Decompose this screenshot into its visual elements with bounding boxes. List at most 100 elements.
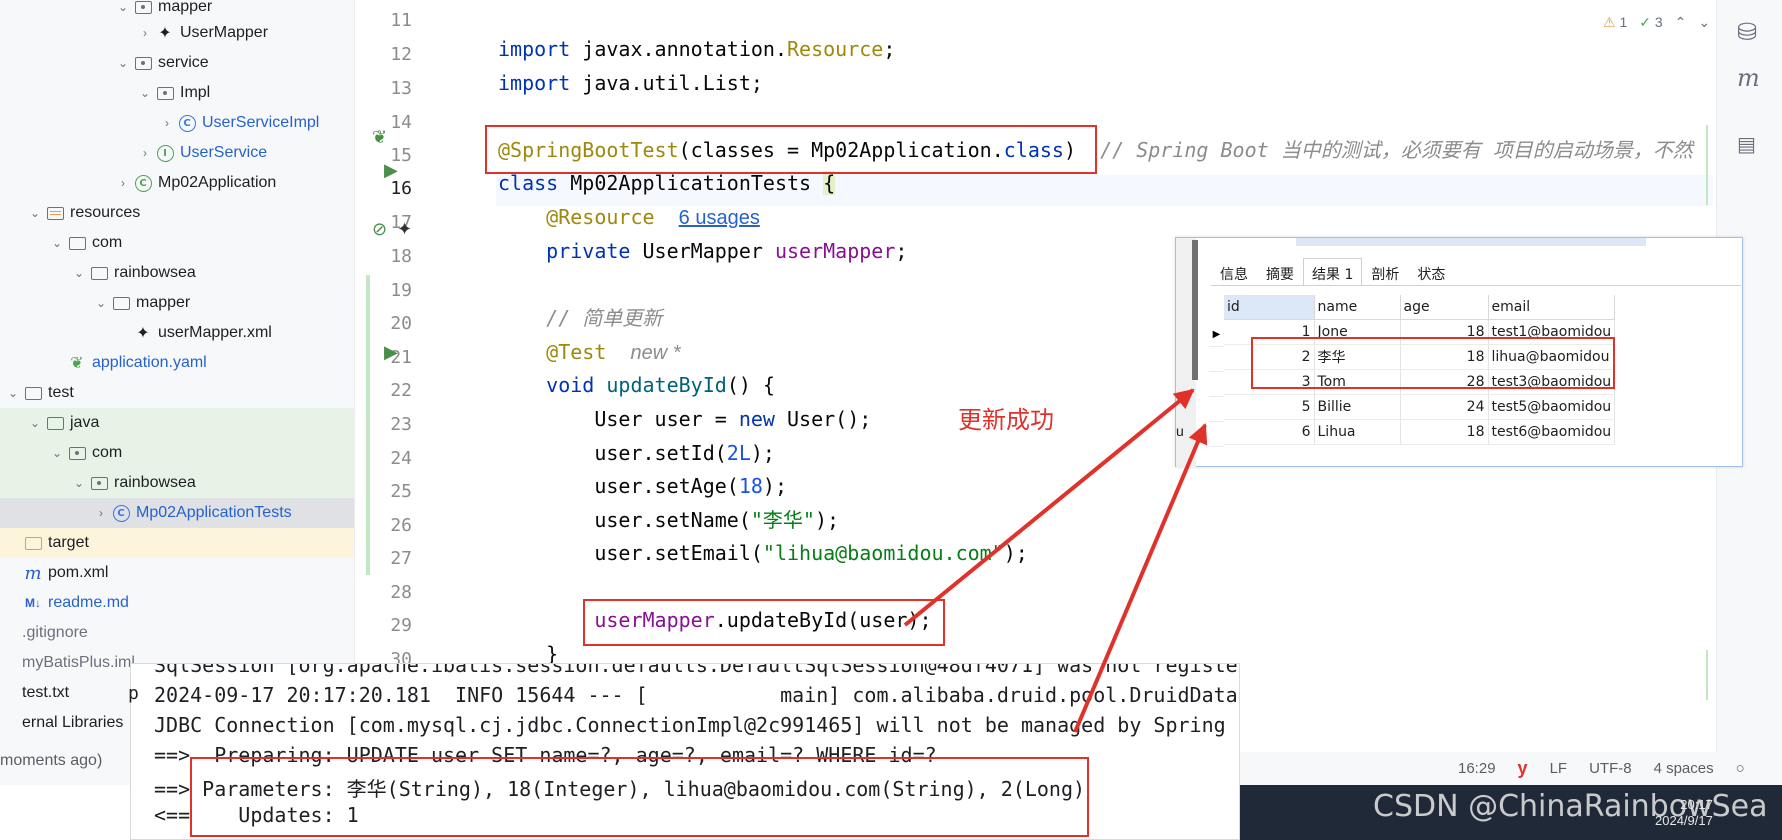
clock-date: 2024/9/17 [1655,813,1713,828]
chevron-down-icon[interactable]: ⌄ [114,0,132,14]
code-line-27: user.setEmail("lihua@baomidou.com"); [594,541,1028,565]
table-cell[interactable]: Billie [1314,394,1401,420]
mybatis-bird-icon[interactable]: ✦ [397,219,412,240]
tree-item[interactable]: ⌄ resources [0,198,354,228]
table-cell[interactable]: 6 [1224,419,1315,445]
yaml-plugin-icon[interactable]: y [1518,758,1528,779]
row-pointer[interactable] [1209,422,1224,447]
chevron-down-icon[interactable]: ⌄ [26,206,44,220]
tree-item[interactable]: › ✦ UserMapper [0,18,354,48]
run-test-class-icon[interactable]: ▶ [384,160,398,181]
tree-item[interactable]: m pom.xml [0,558,354,588]
tree-item[interactable]: ⌄ rainbowsea [0,468,354,498]
tree-item-label: userMapper.xml [158,324,272,341]
chevron-right-icon[interactable]: › [136,26,154,40]
db-tab[interactable]: 摘要 [1257,258,1303,286]
tree-item[interactable]: ⌄ Impl [0,78,354,108]
console-line: SqlSession [org.apache.ibatis.session.de… [154,663,1240,677]
maven-icon[interactable]: m [1737,64,1760,92]
status-bar: 16:29 y LF UTF-8 4 spaces ○ [1240,752,1782,785]
notifications-icon[interactable]: ▤ [1737,132,1756,156]
row-pointer[interactable] [1209,347,1224,372]
chevron-up-icon[interactable]: ⌃ [1675,14,1687,31]
table-cell[interactable]: test5@baomidou [1488,394,1616,420]
tree-item[interactable]: › I UserService [0,138,354,168]
table-cell[interactable]: 18 [1400,419,1489,445]
system-clock[interactable]: 20:17 2024/9/17 [1655,797,1713,829]
chevron-down-icon[interactable]: ⌄ [48,236,66,250]
chevron-right-icon[interactable]: › [114,176,132,190]
chevron-down-icon[interactable]: ⌄ [4,386,22,400]
tree-item[interactable]: .gitignore [0,618,354,648]
tree-item[interactable]: ⌄ test [0,378,354,408]
table-row[interactable]: 5 Billie 24 test5@baomidou [1224,394,1616,420]
db-scrollbar[interactable] [1192,240,1198,380]
folder-package-icon [132,54,154,72]
column-header[interactable]: name [1314,295,1401,320]
tree-item[interactable]: M↓ readme.md [0,588,354,618]
table-row[interactable]: 6 Lihua 18 test6@baomidou [1224,419,1616,445]
tree-item-label: mapper [158,0,213,15]
row-pointer[interactable] [1209,372,1224,397]
tree-item-label: resources [70,204,141,221]
line-separator[interactable]: LF [1550,760,1568,777]
run-test-method-icon[interactable]: ▶ [384,342,398,363]
tree-item[interactable]: ⌄ service [0,48,354,78]
chevron-down-icon[interactable]: ⌄ [1698,14,1710,31]
tree-item[interactable]: ⌄ mapper [0,288,354,318]
table-cell[interactable]: Lihua [1314,419,1401,445]
tree-item[interactable]: ⌄ com [0,438,354,468]
inspection-widget[interactable]: ⚠ 1 ✓ 3 ⌃ ⌄ [1603,14,1710,31]
folder-target-icon [22,534,44,552]
code-line-18: private UserMapper userMapper; [546,239,908,263]
column-header[interactable]: email [1488,295,1616,320]
indent-setting[interactable]: 4 spaces [1654,760,1714,777]
current-row-pointer-icon[interactable]: ▶ [1209,322,1224,347]
tree-item[interactable]: ⌄ java [0,408,354,438]
db-tab[interactable]: 剖析 [1362,258,1408,286]
tree-item[interactable]: ⌄ com [0,228,354,258]
chevron-right-icon[interactable]: › [158,116,176,130]
chevron-right-icon[interactable]: › [92,506,110,520]
file-encoding[interactable]: UTF-8 [1589,760,1632,777]
tree-item-label: com [92,444,123,461]
column-header[interactable]: age [1400,295,1489,320]
row-pointer[interactable] [1209,397,1224,422]
db-tab[interactable]: 状态 [1408,258,1454,286]
lock-icon[interactable]: ○ [1736,760,1745,777]
folder-resources-icon [44,204,66,222]
chevron-right-icon[interactable]: › [136,146,154,160]
chevron-down-icon[interactable]: ⌄ [48,446,66,460]
tree-item[interactable]: › C Mp02Application [0,168,354,198]
table-cell[interactable]: 5 [1224,394,1315,420]
chevron-down-icon[interactable]: ⌄ [70,476,88,490]
tree-item[interactable]: ✦ userMapper.xml [0,318,354,348]
springboot-class-icon: C [132,174,154,192]
chevron-down-icon[interactable]: ⌄ [114,56,132,70]
database-icon[interactable]: ⛁ [1737,18,1757,46]
chevron-down-icon[interactable]: ⌄ [70,266,88,280]
tree-item[interactable]: ❦ application.yaml [0,348,354,378]
spring-bean-icon[interactable]: ⊘ [372,219,387,240]
caret-position[interactable]: 16:29 [1458,760,1496,777]
chevron-down-icon[interactable]: ⌄ [92,296,110,310]
table-cell[interactable]: test6@baomidou [1488,419,1616,445]
mybatis-bird-icon: ✦ [158,25,172,42]
tree-item[interactable]: › C UserServiceImpl [0,108,354,138]
interface-icon: I [154,144,176,162]
db-tabs: 信息 摘要 结果 1 剖析 状态 [1211,258,1454,286]
usages-link[interactable]: 6 usages [679,207,760,229]
folder-icon [22,384,44,402]
db-tab[interactable]: 信息 [1211,258,1257,286]
table-cell[interactable]: 24 [1400,394,1489,420]
db-tab[interactable]: 结果 1 [1303,258,1363,286]
folder-package-icon [154,84,176,102]
column-header[interactable]: id [1224,295,1315,320]
tree-item[interactable]: target [0,528,354,558]
tree-item[interactable]: ⌄ rainbowsea [0,258,354,288]
tree-item[interactable]: › C Mp02ApplicationTests [0,498,354,528]
chevron-down-icon[interactable]: ⌄ [136,86,154,100]
spring-leaf-icon[interactable]: ❦ [372,127,387,148]
chevron-down-icon[interactable]: ⌄ [26,416,44,430]
vcs-change-marker[interactable] [366,275,370,575]
